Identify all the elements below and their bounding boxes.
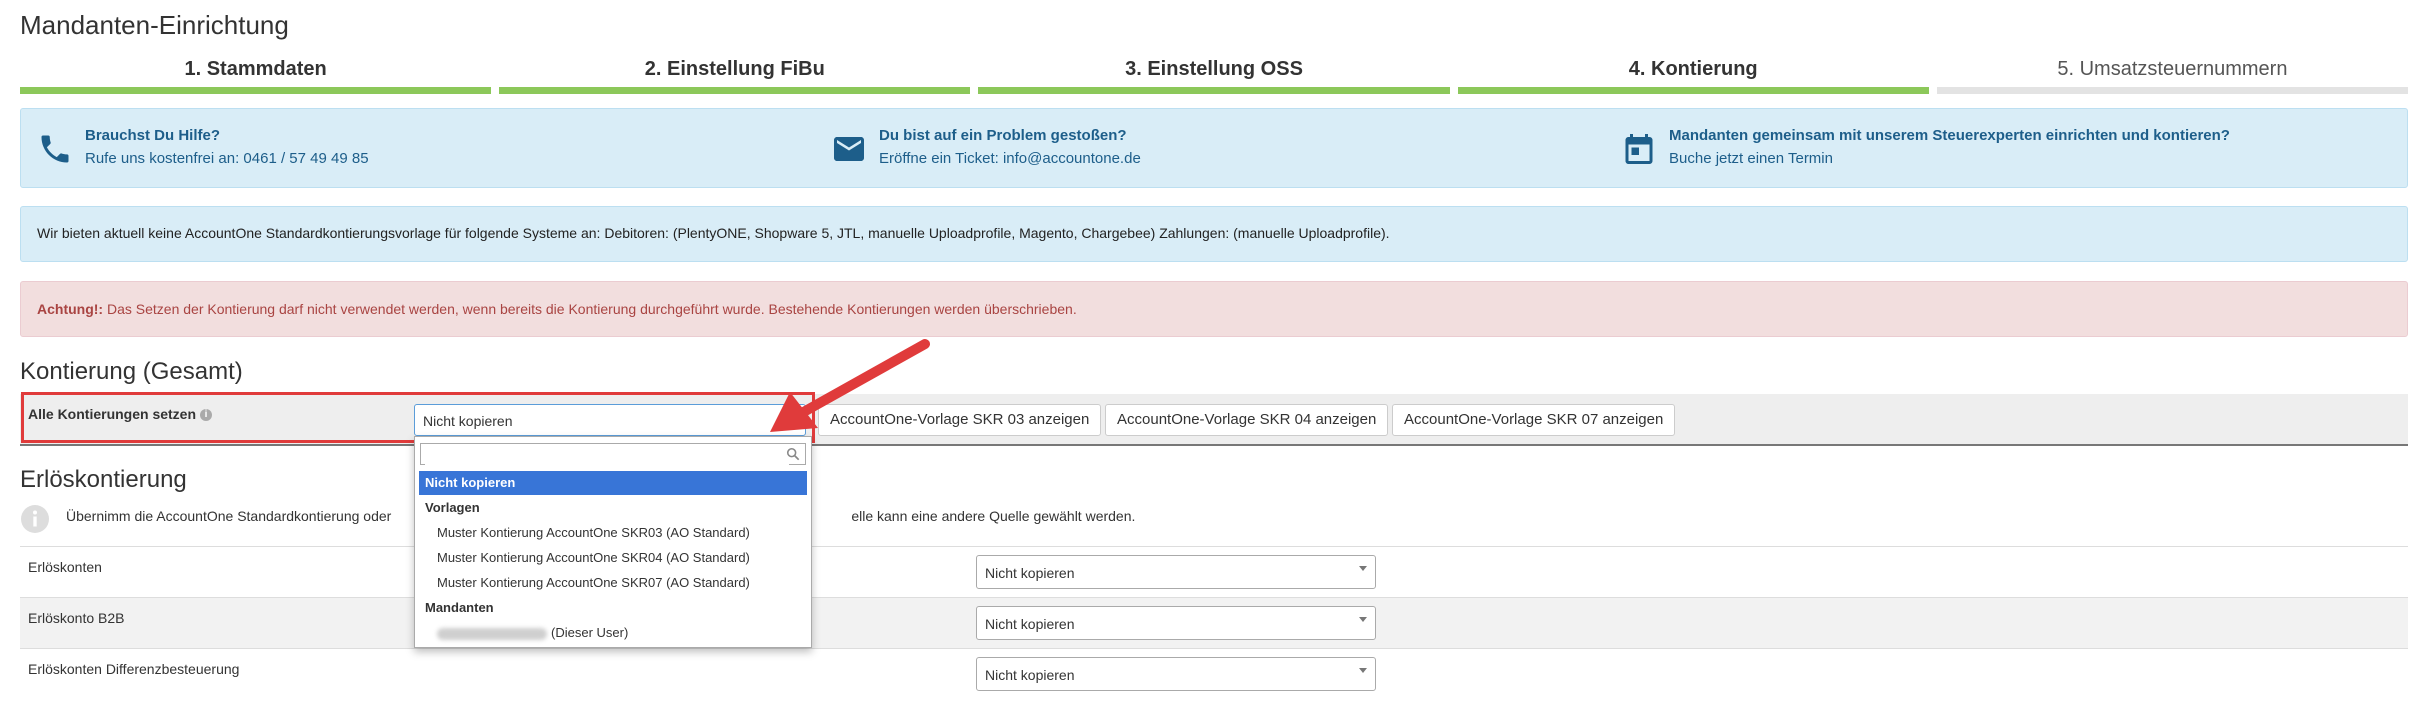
warning-strong: Achtung!: — [37, 301, 104, 317]
annotation-arrow-icon — [770, 339, 930, 432]
erloes-row-label: Erlöskonten Differenzbesteuerung — [28, 661, 240, 677]
help-title: Du bist auf ein Problem gestoßen? — [879, 127, 1127, 144]
section-title-kontierung-gesamt: Kontierung (Gesamt) — [20, 358, 243, 385]
phone-icon — [41, 135, 69, 163]
erloes-row: Erlöskonten Nicht kopieren — [20, 546, 2408, 597]
step-label: 1. Stammdaten — [184, 58, 327, 80]
step-progress-bar — [978, 87, 1450, 94]
step-label: 2. Einstellung FiBu — [644, 58, 825, 80]
calendar-icon — [1625, 134, 1653, 164]
erloes-row-label: Erlöskonto B2B — [28, 610, 125, 626]
page-title: Mandanten-Einrichtung — [20, 10, 289, 40]
help-phone-link[interactable]: Rufe uns kostenfrei an: 0461 / 57 49 49 … — [85, 150, 369, 167]
chevron-down-icon — [1359, 566, 1367, 571]
step-label: 4. Kontierung — [1628, 58, 1758, 80]
erloes-row-label: Erlöskonten — [28, 559, 102, 575]
skr04-template-button[interactable]: AccountOne-Vorlage SKR 04 anzeigen — [1105, 404, 1389, 436]
mail-icon — [834, 137, 864, 161]
dropdown-search — [420, 443, 806, 465]
dropdown-option-skr07[interactable]: Muster Kontierung AccountOne SKR07 (AO S… — [419, 571, 807, 595]
erloeskonten-differenz-select[interactable]: Nicht kopieren — [976, 657, 1376, 691]
chevron-down-icon — [1359, 668, 1367, 673]
info-notice: Wir bieten aktuell keine AccountOne Stan… — [20, 206, 2408, 262]
chevron-down-icon — [1359, 617, 1367, 622]
dropdown-option-skr03[interactable]: Muster Kontierung AccountOne SKR03 (AO S… — [419, 521, 807, 545]
erloes-row: Erlöskonto B2B Nicht kopieren — [20, 597, 2408, 648]
step-einstellung-fibu[interactable]: 2. Einstellung FiBu — [499, 56, 971, 96]
dropdown-option-nicht-kopieren[interactable]: Nicht kopieren — [419, 471, 807, 495]
kontierung-dropdown: Nicht kopieren Vorlagen Muster Kontierun… — [414, 436, 812, 648]
info-circle-icon — [21, 505, 49, 533]
help-box: Brauchst Du Hilfe? Rufe uns kostenfrei a… — [20, 108, 2408, 188]
erloeskonto-b2b-select[interactable]: Nicht kopieren — [976, 606, 1376, 640]
help-termin-link[interactable]: Buche jetzt einen Termin — [1669, 150, 1833, 167]
dropdown-option-mandant[interactable]: (Dieser User) — [419, 621, 807, 645]
info-notice-text: Wir bieten aktuell keine AccountOne Stan… — [37, 225, 1390, 241]
skr07-template-button[interactable]: AccountOne-Vorlage SKR 07 anzeigen — [1392, 404, 1676, 436]
erloes-row: Erlöskonten Differenzbesteuerung Nicht k… — [20, 648, 2408, 699]
help-ticket-link[interactable]: Eröffne ein Ticket: info@accountone.de — [879, 150, 1141, 167]
help-title: Brauchst Du Hilfe? — [85, 127, 221, 144]
warning-text: Achtung!: Das Setzen der Kontierung darf… — [37, 301, 1077, 317]
step-progress-bar — [1936, 87, 2409, 94]
step-kontierung[interactable]: 4. Kontierung — [1457, 56, 1929, 96]
step-progress-bar — [1457, 87, 1929, 94]
dropdown-group-mandanten: Mandanten — [425, 600, 494, 615]
search-icon — [786, 447, 800, 461]
step-umsatzsteuernummern[interactable]: 5. Umsatzsteuernummern — [1936, 56, 2409, 96]
redacted-name — [437, 627, 547, 640]
warning-notice: Achtung!: Das Setzen der Kontierung darf… — [20, 281, 2408, 337]
warning-body: Das Setzen der Kontierung darf nicht ver… — [103, 301, 1077, 317]
step-einstellung-oss[interactable]: 3. Einstellung OSS — [978, 56, 1450, 96]
help-title: Mandanten gemeinsam mit unserem Steuerex… — [1669, 127, 2230, 144]
step-progress-bar — [499, 87, 971, 94]
step-label: 5. Umsatzsteuernummern — [2057, 58, 2288, 80]
select-value: Nicht kopieren — [985, 667, 1075, 683]
section-title-erloeskontierung: Erlöskontierung — [20, 466, 187, 493]
dropdown-search-input[interactable] — [425, 445, 789, 465]
select-value: Nicht kopieren — [985, 616, 1075, 632]
dropdown-group-vorlagen: Vorlagen — [425, 500, 480, 515]
erloeskonten-select[interactable]: Nicht kopieren — [976, 555, 1376, 589]
step-label: 3. Einstellung OSS — [1125, 58, 1303, 80]
wizard-steps: 1. Stammdaten 2. Einstellung FiBu 3. Ein… — [20, 56, 2409, 96]
step-stammdaten[interactable]: 1. Stammdaten — [20, 56, 492, 96]
step-progress-bar — [20, 87, 492, 94]
mandant-suffix: (Dieser User) — [551, 625, 629, 640]
dropdown-option-skr04[interactable]: Muster Kontierung AccountOne SKR04 (AO S… — [419, 546, 807, 570]
select-value: Nicht kopieren — [985, 565, 1075, 581]
